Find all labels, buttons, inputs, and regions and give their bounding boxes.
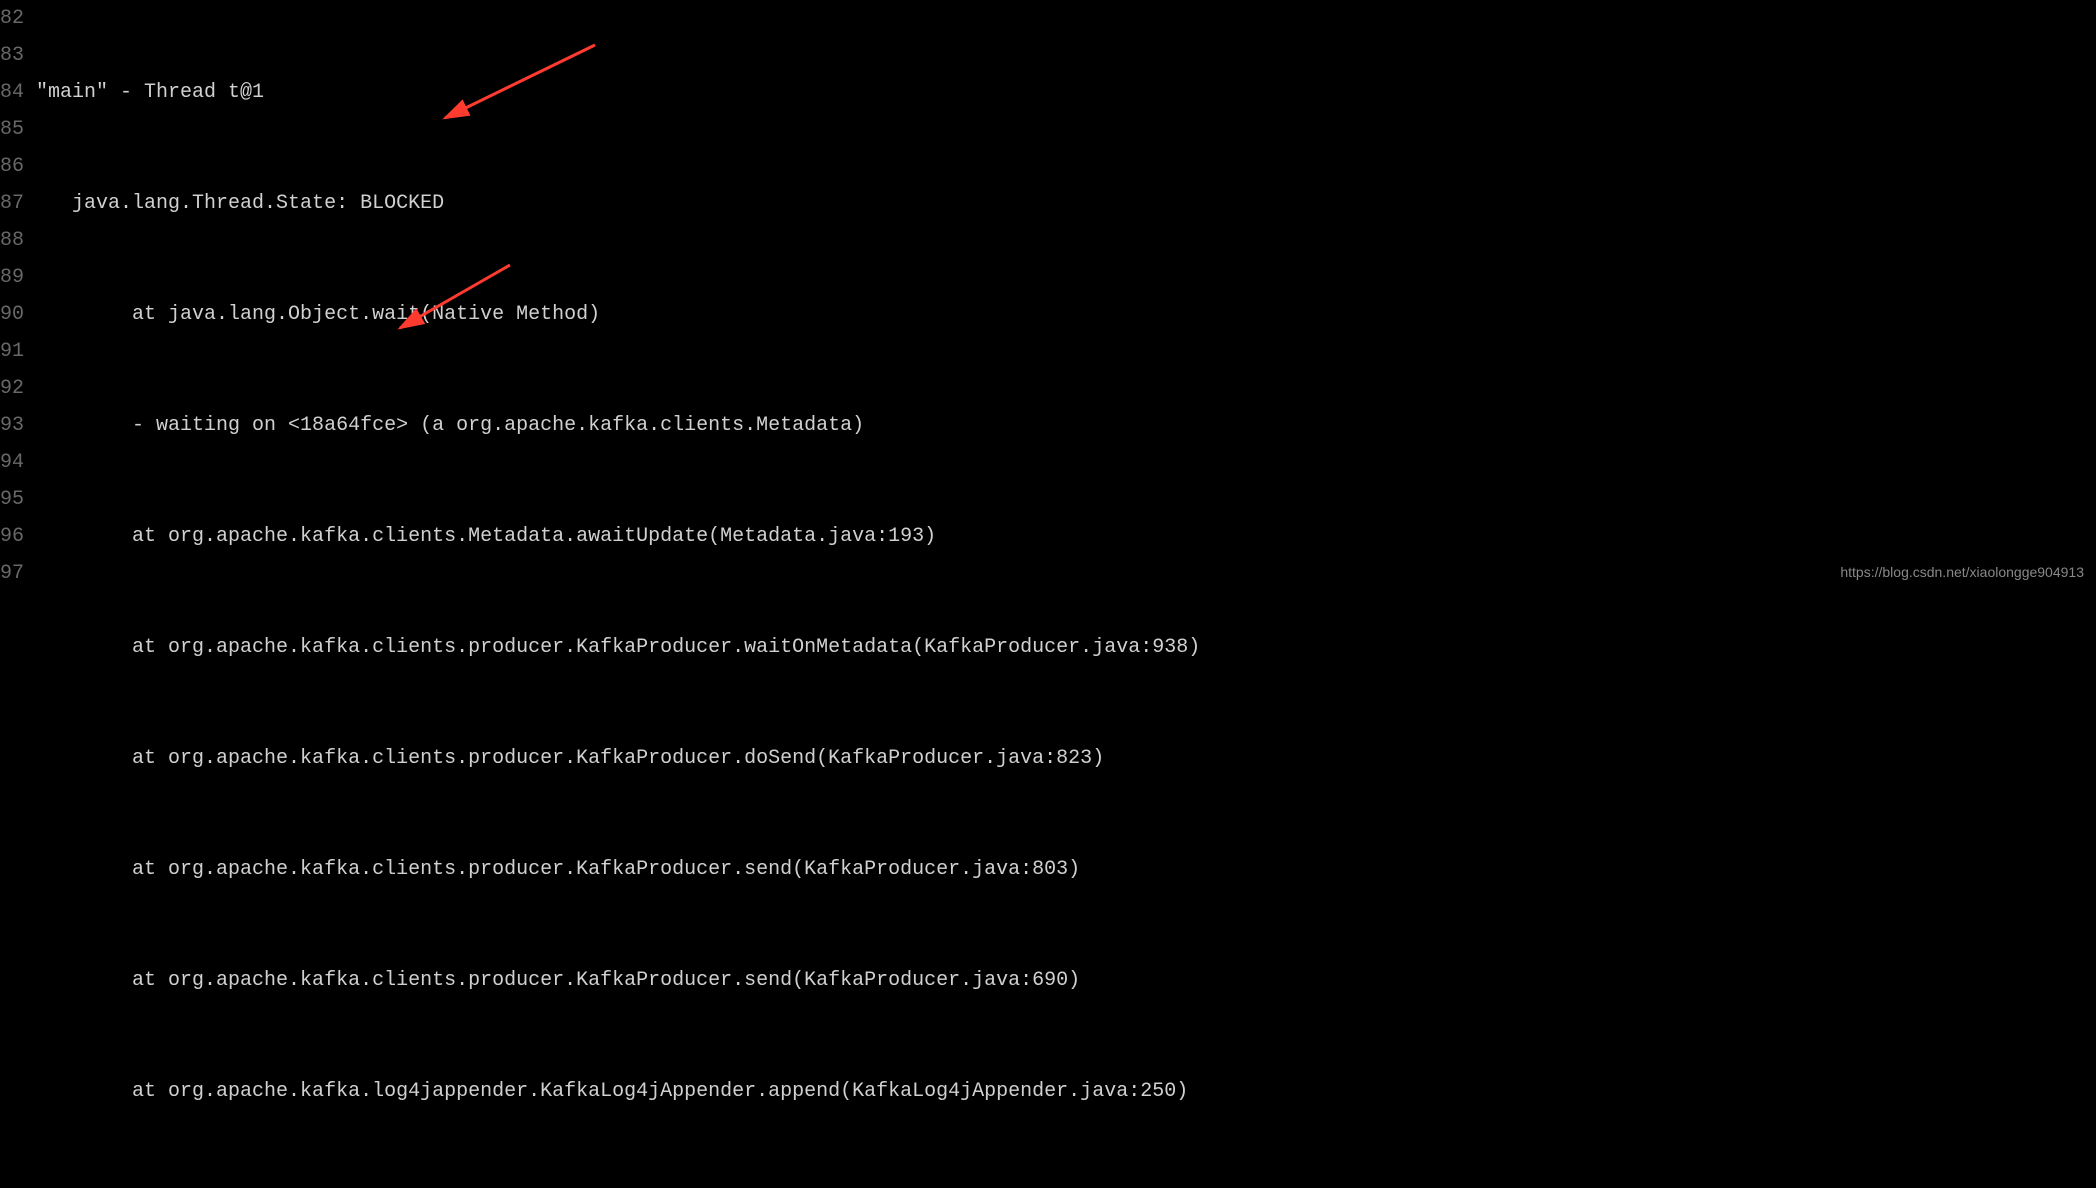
line-number: 93 xyxy=(0,407,24,444)
line-number: 82 xyxy=(0,0,24,37)
line-number: 89 xyxy=(0,259,24,296)
code-line: at org.apache.kafka.clients.Metadata.awa… xyxy=(36,518,2096,555)
line-number: 95 xyxy=(0,481,24,518)
line-number: 85 xyxy=(0,111,24,148)
code-line: at java.lang.Object.wait(Native Method) xyxy=(36,296,2096,333)
line-number: 96 xyxy=(0,518,24,555)
code-line: - waiting on <18a64fce> (a org.apache.ka… xyxy=(36,407,2096,444)
line-number: 84 xyxy=(0,74,24,111)
line-number: 86 xyxy=(0,148,24,185)
line-number: 88 xyxy=(0,222,24,259)
code-line: at org.apache.kafka.clients.producer.Kaf… xyxy=(36,851,2096,888)
line-number: 97 xyxy=(0,555,24,592)
line-number: 87 xyxy=(0,185,24,222)
code-container: 82 83 84 85 86 87 88 89 90 91 92 93 94 9… xyxy=(0,0,2096,1188)
code-line: at org.apache.kafka.clients.producer.Kaf… xyxy=(36,629,2096,666)
code-line: at org.apache.log4j.AppenderSkeleton.doA… xyxy=(36,1184,2096,1188)
code-content[interactable]: "main" - Thread t@1 java.lang.Thread.Sta… xyxy=(36,0,2096,1188)
code-line: at org.apache.kafka.clients.producer.Kaf… xyxy=(36,740,2096,777)
watermark: https://blog.csdn.net/xiaolongge904913 xyxy=(1840,560,2084,586)
line-number: 92 xyxy=(0,370,24,407)
line-number: 91 xyxy=(0,333,24,370)
code-line: java.lang.Thread.State: BLOCKED xyxy=(36,185,2096,222)
line-number: 90 xyxy=(0,296,24,333)
line-number: 94 xyxy=(0,444,24,481)
code-line: at org.apache.kafka.clients.producer.Kaf… xyxy=(36,962,2096,999)
code-line: at org.apache.kafka.log4jappender.KafkaL… xyxy=(36,1073,2096,1110)
code-line: "main" - Thread t@1 xyxy=(36,74,2096,111)
line-number: 83 xyxy=(0,37,24,74)
line-number-gutter: 82 83 84 85 86 87 88 89 90 91 92 93 94 9… xyxy=(0,0,36,1188)
